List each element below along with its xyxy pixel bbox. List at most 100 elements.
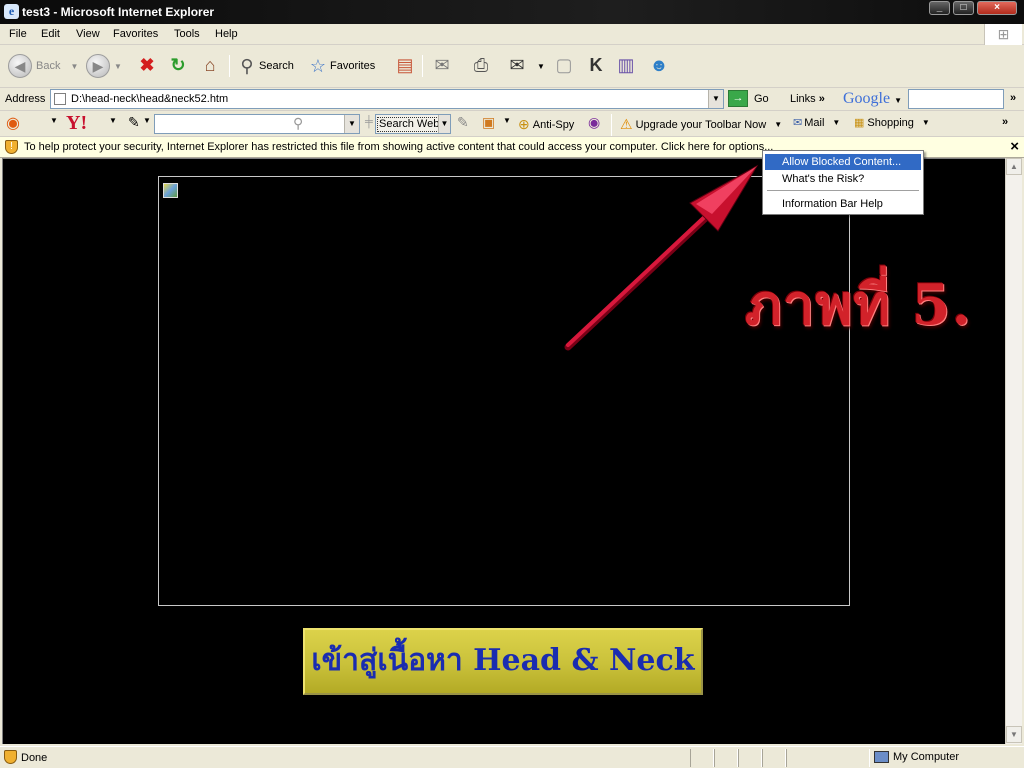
status-pane <box>738 749 762 767</box>
menu-separator <box>767 190 919 191</box>
go-button[interactable]: → Go <box>728 90 769 107</box>
magnifier-icon: ⚲ <box>293 115 304 131</box>
stop-icon[interactable]: ✖ <box>135 53 159 77</box>
research-icon[interactable]: ▥ <box>614 53 638 77</box>
k-icon[interactable]: K <box>584 53 608 77</box>
edit-icon[interactable]: ✉ <box>505 53 529 77</box>
infobar-context-menu: Allow Blocked Content... What's the Risk… <box>762 150 924 215</box>
broken-image-icon <box>163 183 178 198</box>
status-pane <box>762 749 786 767</box>
menu-edit[interactable]: Edit <box>41 28 60 40</box>
close-icon[interactable]: × <box>1010 138 1019 155</box>
shield-icon: ! <box>5 140 18 154</box>
security-zone: My Computer <box>874 751 959 763</box>
grip-icon: ╪ <box>365 116 373 128</box>
print-icon[interactable]: ⎙ <box>469 53 493 77</box>
shopping-bag-icon: ▦ <box>854 117 865 129</box>
search-dropdown-icon[interactable]: ▼ <box>344 115 359 133</box>
upgrade-toolbar-button[interactable]: ⚠ Upgrade your Toolbar Now ▼ <box>620 116 782 133</box>
yahoo-logo-icon[interactable]: Y! <box>66 112 87 135</box>
refresh-icon[interactable]: ↻ <box>166 53 190 77</box>
menu-allow-blocked-content[interactable]: Allow Blocked Content... <box>765 154 921 170</box>
menu-bar: File Edit View Favorites Tools Help ⊞ <box>0 24 1024 45</box>
chevron-right-icon: » <box>818 93 825 105</box>
google-toolbar-button[interactable]: Google ▼ <box>843 90 902 108</box>
address-input[interactable]: D:\head-neck\head&neck52.htm ▼ <box>50 89 724 109</box>
menu-tools[interactable]: Tools <box>174 28 200 40</box>
edit-dropdown-icon[interactable]: ▼ <box>537 53 545 79</box>
eye-dropdown-icon[interactable]: ▼ <box>50 116 58 125</box>
window-title: test3 - Microsoft Internet Explorer <box>22 5 215 19</box>
eye-icon[interactable]: ◉ <box>6 113 20 133</box>
pencil-icon[interactable]: ✎ <box>128 114 140 131</box>
address-label: Address <box>5 93 46 105</box>
close-button[interactable]: × <box>977 1 1017 15</box>
upgrade-dropdown-icon: ▼ <box>774 120 783 129</box>
maximize-button[interactable]: □ <box>953 1 974 15</box>
status-pane <box>786 749 870 767</box>
forward-arrow-icon: ▶ <box>86 54 110 78</box>
pencil-dropdown-icon[interactable]: ▼ <box>143 116 151 125</box>
headphones-icon[interactable]: ◉ <box>588 114 600 131</box>
shopping-dropdown-icon: ▼ <box>921 118 930 127</box>
yahoo-toolbar: ◉ ▼ Y! ▼ ✎ ▼ ⚲ ▼ ╪ Search Web ▼ ✎ ▣ ▼ ⊕ … <box>0 111 1024 137</box>
forward-button[interactable]: ▶ ▼ <box>86 53 122 79</box>
toolbar-separator <box>611 114 612 136</box>
address-dropdown-icon[interactable]: ▼ <box>708 90 723 108</box>
back-button[interactable]: ◀ Back ▼ <box>8 53 78 79</box>
address-bar: Address D:\head-neck\head&neck52.htm ▼ →… <box>0 88 1024 111</box>
status-pane <box>690 749 714 767</box>
go-arrow-icon: → <box>728 90 748 107</box>
shopping-button[interactable]: ▦ Shopping ▼ <box>854 116 930 130</box>
yahoo-search-input[interactable]: ⚲ ▼ <box>154 114 360 134</box>
back-arrow-icon: ◀ <box>8 54 32 78</box>
back-dropdown-icon[interactable]: ▼ <box>70 62 78 71</box>
anti-spy-button[interactable]: ⊕ Anti-Spy <box>518 116 574 133</box>
scroll-up-icon[interactable]: ▲ <box>1006 158 1022 175</box>
standard-toolbar: ◀ Back ▼ ▶ ▼ ✖ ↻ ⌂ ⚲ Search ☆ Favorites … <box>0 45 1024 88</box>
menu-favorites[interactable]: Favorites <box>113 28 158 40</box>
menu-file[interactable]: File <box>9 28 27 40</box>
minimize-button[interactable]: _ <box>929 1 950 15</box>
forward-dropdown-icon[interactable]: ▼ <box>114 62 122 71</box>
status-text: Done <box>21 752 48 764</box>
toolbar-separator <box>422 55 423 77</box>
title-bar: e test3 - Microsoft Internet Explorer _ … <box>0 0 1024 24</box>
scroll-down-icon[interactable]: ▼ <box>1006 726 1022 743</box>
status-page-icon <box>4 750 17 764</box>
favorites-button[interactable]: ☆ Favorites <box>306 53 375 79</box>
menu-help[interactable]: Help <box>215 28 238 40</box>
google-search-input[interactable] <box>908 89 1004 109</box>
mail-button[interactable]: ✉ Mail ▼ <box>793 116 841 130</box>
search-button[interactable]: ⚲ Search <box>235 53 293 79</box>
search-icon: ⚲ <box>240 56 254 76</box>
envelope-icon: ✉ <box>793 117 803 129</box>
vertical-scrollbar[interactable]: ▲ ▼ <box>1005 158 1022 744</box>
target-icon: ⊕ <box>518 116 530 132</box>
search-web-button[interactable]: Search Web ▼ <box>375 114 451 134</box>
enter-content-button[interactable]: เข้าสู่เนื้อหา Head & Neck <box>303 628 703 695</box>
messenger-icon[interactable]: ☻ <box>647 53 671 77</box>
chevron-right-icon[interactable]: » <box>1002 116 1008 128</box>
popup-dropdown-icon[interactable]: ▼ <box>503 116 511 125</box>
mail-dropdown-icon: ▼ <box>832 118 841 127</box>
history-icon[interactable]: ▤ <box>393 53 417 77</box>
toolbar-separator <box>229 55 230 77</box>
highlight-icon[interactable]: ✎ <box>457 114 469 131</box>
star-icon: ☆ <box>309 56 327 76</box>
discuss-icon[interactable]: ▢ <box>552 53 576 77</box>
yahoo-dropdown-icon[interactable]: ▼ <box>109 116 117 125</box>
blocked-content-frame <box>158 176 850 606</box>
links-button[interactable]: Links » <box>790 93 825 105</box>
menu-view[interactable]: View <box>76 28 100 40</box>
search-web-dropdown-icon[interactable]: ▼ <box>438 115 450 133</box>
menu-information-bar-help[interactable]: Information Bar Help <box>765 196 921 212</box>
computer-icon <box>874 751 889 763</box>
home-icon[interactable]: ⌂ <box>198 53 222 77</box>
google-dropdown-icon: ▼ <box>894 96 903 105</box>
chevron-right-icon[interactable]: » <box>1010 92 1016 104</box>
popup-blocker-icon[interactable]: ▣ <box>482 114 495 131</box>
menu-whats-the-risk[interactable]: What's the Risk? <box>765 171 921 187</box>
mail-icon[interactable]: ✉ <box>430 53 454 77</box>
windows-logo-icon: ⊞ <box>984 24 1022 45</box>
